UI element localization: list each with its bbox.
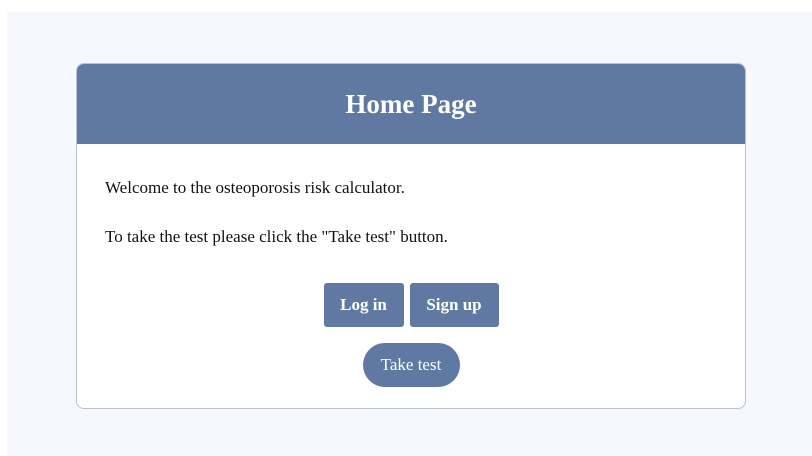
- page-title: Home Page: [345, 88, 477, 119]
- welcome-text: Welcome to the osteoporosis risk calcula…: [105, 178, 405, 197]
- take-test-button[interactable]: Take test: [362, 343, 460, 387]
- signup-button[interactable]: Sign up: [409, 283, 499, 327]
- card-header: Home Page: [77, 64, 745, 144]
- instruction-text: To take the test please click the "Take …: [105, 227, 448, 246]
- take-test-wrapper: Take test: [77, 343, 745, 387]
- auth-button-group: Log in Sign up: [77, 283, 745, 327]
- login-button[interactable]: Log in: [323, 283, 404, 327]
- home-card: Home Page Welcome to the osteoporosis ri…: [76, 63, 746, 409]
- card-body: Welcome to the osteoporosis risk calcula…: [77, 144, 745, 408]
